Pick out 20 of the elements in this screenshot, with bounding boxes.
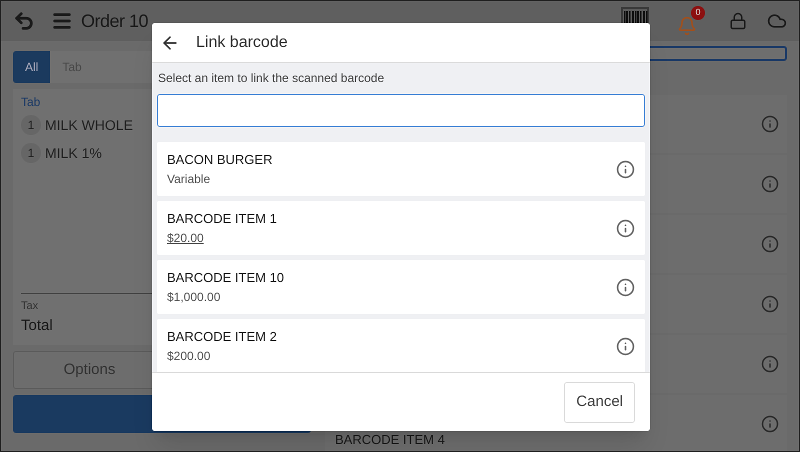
dialog-title: Link barcode	[196, 32, 288, 52]
item-price: Variable	[167, 170, 212, 188]
item-name: BARCODE ITEM 2	[167, 328, 278, 346]
section-label: Tab	[21, 94, 42, 111]
total-label: Total	[21, 316, 53, 336]
item-name: BACON BURGER	[167, 151, 274, 170]
quantity-badge: 1	[21, 115, 41, 135]
item-price: $1,000.00	[167, 288, 222, 306]
order-line-name: MILK 1%	[45, 144, 102, 162]
order-title: Order 10	[81, 10, 148, 32]
notification-badge: 0	[691, 6, 705, 20]
order-line-name: MILK WHOLE	[45, 116, 133, 134]
catalog-item-name: BARCODE ITEM 4	[335, 431, 445, 449]
item-price: $200.00	[167, 348, 212, 365]
quantity-badge: 1	[21, 143, 41, 163]
item-name: BARCODE ITEM 1	[167, 210, 278, 228]
instruction-text: Select an item to link the scanned barcode	[157, 70, 386, 87]
tax-label: Tax	[21, 299, 38, 314]
item-name: BARCODE ITEM 10	[167, 269, 286, 288]
item-price: $20.00	[167, 230, 205, 247]
